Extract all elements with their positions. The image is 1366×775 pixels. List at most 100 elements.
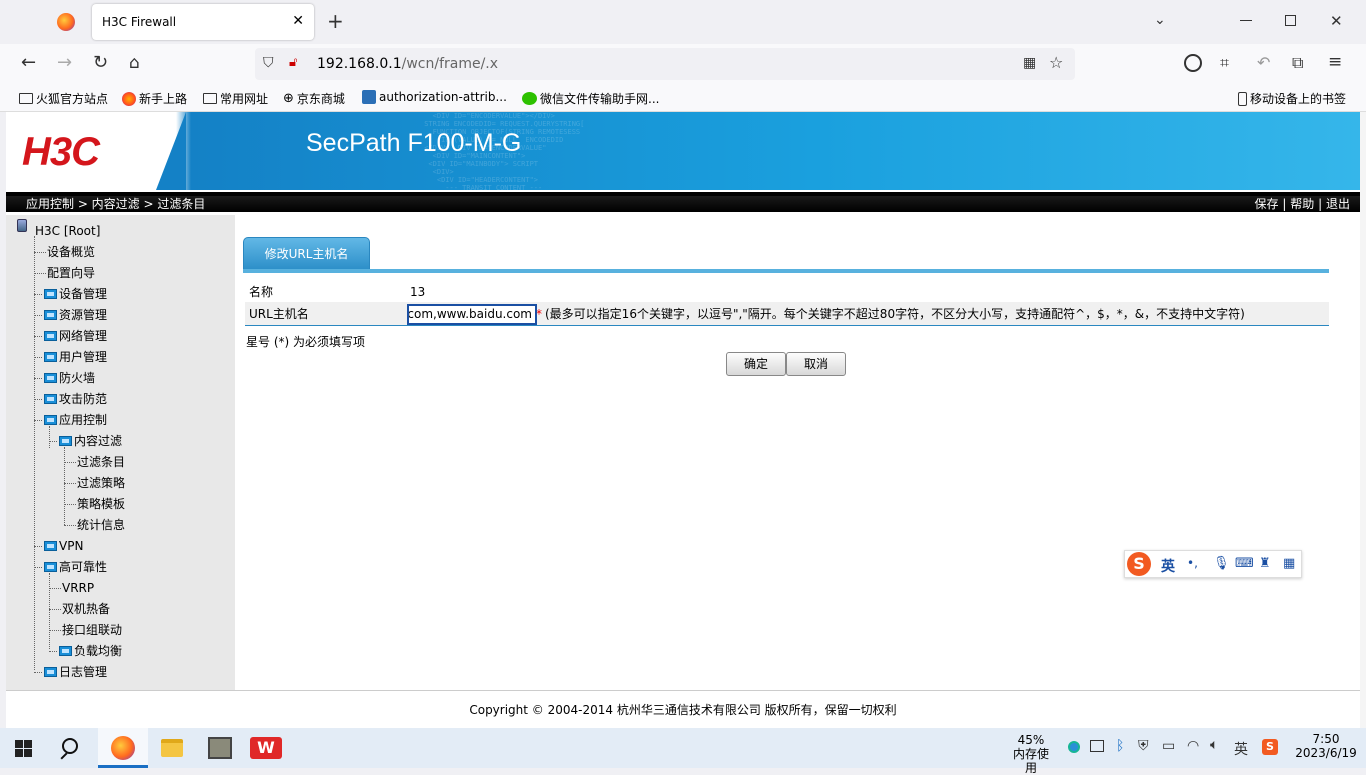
ime-toolbar[interactable]: S 英 •, 🎙︎ ⌨ ♜ ▦	[1124, 550, 1302, 578]
sidebar-item[interactable]: 应用控制	[44, 412, 107, 428]
sidebar-item[interactable]: 接口组联动	[62, 622, 122, 638]
sidebar-item[interactable]: 内容过滤	[59, 433, 122, 449]
maximize-button[interactable]	[1285, 15, 1296, 26]
tab-edit-url-hostname[interactable]: 修改URL主机名	[243, 237, 370, 270]
extensions-icon[interactable]: ⧉	[1292, 53, 1303, 73]
minimize-button[interactable]	[1240, 20, 1252, 21]
toolbox-icon[interactable]: ▦	[1283, 556, 1295, 571]
vertical-scrollbar[interactable]	[1360, 112, 1366, 728]
ime-punct[interactable]: •,	[1187, 556, 1198, 570]
sidebar-item[interactable]: 设备管理	[44, 286, 107, 302]
breadcrumb-bar	[6, 190, 1360, 212]
sidebar-item-label: 高可靠性	[59, 560, 108, 574]
save-link[interactable]: 保存	[1255, 197, 1279, 211]
sidebar-item[interactable]: 负载均衡	[59, 643, 122, 659]
sidebar-item-label: 应用控制	[59, 413, 108, 427]
sidebar-item[interactable]: 防火墙	[44, 370, 95, 386]
tab-list-icon[interactable]: ⌄	[1154, 12, 1166, 28]
bluetooth-icon[interactable]: ᛒ	[1116, 738, 1124, 754]
start-icon[interactable]	[15, 740, 32, 757]
sidebar-item[interactable]: 高可靠性	[44, 559, 107, 575]
tab-close-icon[interactable]: ✕	[292, 12, 304, 30]
cancel-button[interactable]: 取消	[786, 352, 846, 376]
mobile-bookmarks[interactable]: 移动设备上的书签	[1238, 90, 1346, 107]
reload-icon[interactable]: ↻	[93, 53, 108, 73]
bookmark-item[interactable]: 火狐官方站点	[19, 90, 108, 107]
tree-connector	[34, 252, 46, 253]
sidebar-item[interactable]: 过滤条目	[77, 454, 125, 470]
skin-icon[interactable]: ♜	[1259, 556, 1271, 571]
bookmark-item[interactable]: authorization-attrib...	[362, 90, 507, 104]
sidebar-root[interactable]: H3C [Root]	[35, 223, 100, 239]
tree-connector	[64, 525, 76, 526]
insecure-lock-icon[interactable]: 🔓︎	[289, 55, 297, 70]
wifi-icon[interactable]: ◠	[1187, 738, 1199, 754]
forward-icon[interactable]: →	[57, 53, 72, 73]
app-window-icon[interactable]	[208, 737, 232, 759]
qr-code-icon[interactable]: ▦	[1023, 55, 1036, 71]
bookmark-star-icon[interactable]: ☆	[1049, 53, 1063, 72]
address-bar[interactable]: ⛉ 🔓︎ 192.168.0.1/wcn/frame/.x ▦ ☆	[255, 48, 1075, 80]
menu-icon[interactable]: ≡	[1328, 52, 1342, 72]
bookmark-item[interactable]: 新手上路	[122, 90, 187, 107]
sidebar-item[interactable]: 统计信息	[77, 517, 125, 533]
ime-indicator[interactable]: 英	[1234, 739, 1248, 759]
tree-connector	[34, 357, 42, 358]
clock[interactable]: 7:50 2023/6/19	[1292, 732, 1360, 760]
url-hostname-input[interactable]: www.baidu.com,www.baidu.com	[407, 304, 537, 325]
sidebar-item[interactable]: 配置向导	[47, 265, 95, 281]
sidebar-item-label: 内容过滤	[74, 434, 123, 448]
sidebar-item[interactable]: 双机热备	[62, 601, 110, 617]
memory-usage[interactable]: 45% 内存使用	[1008, 733, 1054, 775]
close-window-button[interactable]: ✕	[1330, 12, 1343, 30]
display-icon[interactable]: ▭	[1162, 738, 1175, 754]
search-icon[interactable]	[62, 738, 78, 754]
browser-tab[interactable]: H3C Firewall ✕	[92, 4, 314, 40]
sidebar-item[interactable]: 过滤策略	[77, 475, 125, 491]
security-icon[interactable]: ⛨	[1138, 738, 1149, 754]
back-icon[interactable]: ←	[21, 53, 36, 73]
link-separator: |	[1282, 197, 1287, 211]
bookmark-item[interactable]: 微信文件传输助手网...	[522, 90, 659, 107]
sidebar-item[interactable]: VRRP	[62, 580, 94, 596]
ok-button[interactable]: 确定	[726, 352, 786, 376]
help-link[interactable]: 帮助	[1290, 197, 1314, 211]
bookmark-item[interactable]: ⊕ 京东商城	[283, 90, 345, 107]
sidebar-item-label: VRRP	[62, 581, 95, 595]
sidebar-item[interactable]: 策略模板	[77, 496, 125, 512]
screenshot-icon[interactable]: ⌗	[1220, 53, 1229, 73]
edge-icon[interactable]	[1068, 741, 1080, 753]
footer: Copyright © 2004-2014 杭州华三通信技术有限公司 版权所有，…	[6, 690, 1360, 728]
account-icon[interactable]	[1184, 54, 1202, 72]
sidebar-item[interactable]: 设备概览	[47, 244, 95, 260]
microphone-icon[interactable]: 🎙︎	[1213, 556, 1230, 571]
bookmark-item[interactable]: 常用网址	[203, 90, 268, 107]
sidebar-item-label: 日志管理	[59, 665, 108, 679]
wps-icon[interactable]: W	[250, 737, 282, 759]
folder-icon	[44, 562, 57, 572]
breadcrumb: 应用控制 > 内容过滤 > 过滤条目	[26, 197, 206, 211]
sidebar-item[interactable]: 用户管理	[44, 349, 107, 365]
file-explorer-icon[interactable]	[161, 739, 183, 757]
firefox-view-icon[interactable]	[57, 13, 75, 31]
undo-icon[interactable]: ↶	[1257, 53, 1270, 72]
sogou-logo-icon: S	[1127, 552, 1151, 576]
sidebar-item[interactable]: 资源管理	[44, 307, 107, 323]
sogou-tray-icon[interactable]: S	[1262, 739, 1278, 755]
volume-icon[interactable]: 🔈︎	[1210, 737, 1218, 753]
keyboard-icon[interactable]: ⌨	[1235, 556, 1254, 571]
logout-link[interactable]: 退出	[1326, 197, 1350, 211]
sidebar-item[interactable]: 攻击防范	[44, 391, 107, 407]
url-hostname-label: URL主机名	[249, 307, 309, 321]
sidebar-item[interactable]: VPN	[44, 538, 83, 554]
doc-icon	[362, 90, 376, 104]
sidebar-item-label: 统计信息	[77, 518, 126, 532]
tree-connector	[34, 546, 42, 547]
home-icon[interactable]: ⌂	[129, 53, 140, 73]
sidebar-item[interactable]: 日志管理	[44, 664, 107, 680]
shield-icon[interactable]: ⛉	[263, 55, 274, 71]
sidebar-item[interactable]: 网络管理	[44, 328, 107, 344]
app-tray-icon[interactable]	[1090, 740, 1104, 752]
new-tab-button[interactable]: +	[327, 9, 344, 33]
ime-lang[interactable]: 英	[1161, 556, 1175, 576]
